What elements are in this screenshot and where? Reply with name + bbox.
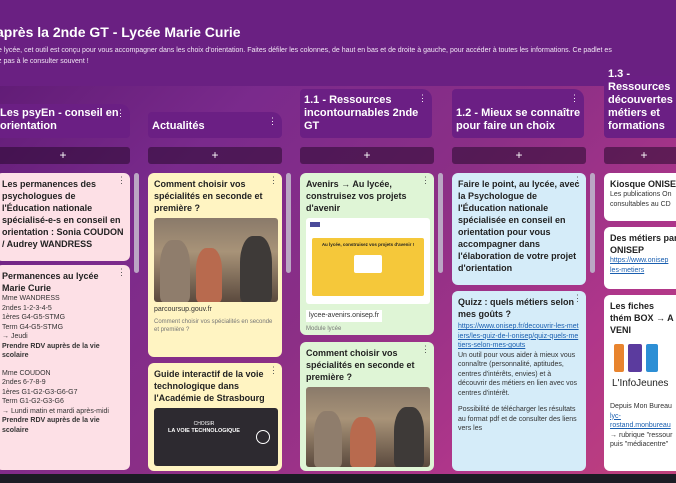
post-link[interactable]: lycee-avenirs.onisep.fr [306,310,383,322]
add-post-button[interactable]: + [452,147,586,164]
post-text: → Lundi matin et mardi après-midi [2,407,109,415]
column-scrollbar[interactable] [590,173,595,273]
post-text: 2ndes 1-2-3-4-5 [2,304,52,312]
post-menu-icon[interactable]: ⋮ [269,175,278,186]
post-menu-icon[interactable]: ⋮ [421,344,430,355]
post-menu-icon[interactable]: ⋮ [573,175,582,186]
page-title: après la 2nde GT - Lycée Marie Curie [0,24,241,40]
description-line-1: e lycée, cet outil est conçu pour vous a… [0,47,612,54]
post-text: → rubrique "ressour puis "médiacentre" [610,431,673,449]
column-title: Les psyEn - conseil en orientation [0,107,119,132]
post-card[interactable]: ⋮ Quizz : quels métiers selon mes goûts … [452,291,586,471]
post-text: 1ères G4-G5-STMG [2,314,66,321]
post-menu-icon[interactable]: ⋮ [117,175,126,186]
column-scrollbar[interactable] [438,173,443,273]
post-menu-icon[interactable]: ⋮ [269,365,278,376]
add-post-button[interactable]: + [300,147,434,164]
post-card[interactable]: ⋮ Guide interactif de la voie technologi… [148,363,282,471]
add-post-button[interactable]: + [0,147,130,164]
column-title: 1.3 - Ressources découvertes métiers et … [608,68,673,132]
post-image[interactable] [154,218,278,302]
post-text: 2ndes 6-7-8-9 [2,379,46,386]
post-title: Comment choisir vos spécialités en secon… [306,348,415,382]
post-text: 1ères G1-G2-G3-G6-G7 [2,388,78,396]
post-title: Kiosque ONISE [610,179,676,189]
column-header[interactable]: 1.1 - Ressources incontournables 2nde GT… [300,89,432,138]
infojeunes-logo: L'InfoJeunes [610,340,676,402]
column-scrollbar[interactable] [134,173,139,273]
post-title: Les permanences des psychologues de l'Éd… [2,179,124,249]
post-menu-icon[interactable]: ⋮ [573,293,582,304]
column-header[interactable]: Les psyEn - conseil en orientation ⋮ [0,104,130,138]
post-card[interactable]: ⋮ Les permanences des psychologues de l'… [0,173,130,261]
column-header[interactable]: 1.3 - Ressources découvertes métiers et … [604,68,676,138]
post-title: Quizz : quels métiers selon mes goûts ? [458,297,575,319]
post-image[interactable]: CHOISIR LA VOIE TECHNOLOGIQUE [154,408,278,466]
post-card[interactable]: ⋮ Comment choisir vos spécialités en sec… [148,173,282,357]
image-text: LA VOIE TECHNOLOGIQUE [168,428,240,434]
post-menu-icon[interactable]: ⋮ [421,175,430,186]
column-title: 1.1 - Ressources incontournables 2nde GT [304,94,419,132]
column-header[interactable]: Actualités ⋮ [148,112,282,138]
column-actualites[interactable]: Actualités ⋮ [148,112,282,138]
column-mieux-se-connaitre[interactable]: 1.2 - Mieux se connaître pour faire un c… [452,89,584,138]
post-text: Mme COUDON [2,369,51,377]
add-post-button[interactable]: + [148,147,282,164]
page-description: e lycée, cet outil est conçu pour vous a… [0,45,676,67]
post-card[interactable]: ⋮ Permanences au lycée Marie Curie Mme W… [0,265,130,470]
post-link[interactable]: https://www.onisep.fr/decouvrir-les-meti… [458,322,580,351]
post-card[interactable]: ⋮ Faire le point, au lycée, avec la Psyc… [452,173,586,285]
play-icon[interactable] [256,430,270,444]
column-title: 1.2 - Mieux se connaître pour faire un c… [456,107,581,132]
column-menu-icon[interactable]: ⋮ [116,108,125,119]
post-text: Un outil pour vous aider à mieux vous co… [458,351,578,397]
post-menu-icon[interactable]: ⋮ [117,267,126,278]
column-scrollbar[interactable] [286,173,291,273]
post-card[interactable]: ⋮ Comment choisir vos spécialités en sec… [300,342,434,471]
column-header[interactable]: 1.2 - Mieux se connaître pour faire un c… [452,89,584,138]
post-text: Mme WANDRESS [2,295,60,302]
post-text: Les publications On consultables au CD [610,191,672,208]
post-text: Depuis Mon Bureau [610,403,672,410]
description-line-2: z pas à le consulter souvent ! [0,58,89,65]
post-link[interactable]: lyc- rostand.monbureau [610,412,676,431]
image-text: CHOISIR [193,421,215,427]
post-title: Comment choisir vos spécialités en secon… [154,179,263,213]
padlet-header: après la 2nde GT - Lycée Marie Curie e l… [0,0,676,86]
post-image[interactable] [306,387,430,467]
logo-text: L'InfoJeunes [612,378,669,389]
post-title: Les fiches thém BOX → A VENI [610,301,674,335]
post-card[interactable]: ⋮ Avenirs → Au lycée, construisez vos pr… [300,173,434,335]
post-link[interactable]: https://www.onisep les-metiers [610,256,676,275]
column-menu-icon[interactable]: ⋮ [418,93,427,104]
column-decouvertes[interactable]: 1.3 - Ressources découvertes métiers et … [604,68,676,138]
post-title: Guide interactif de la voie technologiqu… [154,369,265,403]
post-text: Prendre RDV auprès de la vie scolaire [2,342,100,360]
post-card[interactable]: Kiosque ONISE Les publications On consul… [604,173,676,221]
post-link[interactable]: parcoursup.gouv.fr [154,305,276,315]
add-post-button[interactable]: + [604,147,676,164]
column-menu-icon[interactable]: ⋮ [268,116,277,127]
post-caption: Module lycée [306,326,342,332]
taskbar [0,474,676,483]
post-text: Prendre RDV auprès de la vie scolaire [2,417,100,434]
column-ressources[interactable]: 1.1 - Ressources incontournables 2nde GT… [300,89,432,138]
column-title: Actualités [152,120,205,132]
post-text: Term G1-G2-G3-G6 [2,398,64,405]
post-title: Faire le point, au lycée, avec la Psycho… [458,179,580,273]
post-card[interactable]: Des métiers par ONISEP https://www.onise… [604,227,676,289]
post-text: → Jeudi [2,333,28,340]
post-title: Avenirs → Au lycée, construisez vos proj… [306,179,407,213]
post-title: Des métiers par ONISEP [610,233,676,255]
post-card[interactable]: Les fiches thém BOX → A VENI L'InfoJeune… [604,295,676,471]
post-text: Term G4-G5-STMG [2,323,64,331]
post-caption: Comment choisir vos spécialités en secon… [154,318,273,333]
image-text: Au lycée, construisez vos projets d'aven… [321,242,415,247]
column-menu-icon[interactable]: ⋮ [570,93,579,104]
column-psyen[interactable]: Les psyEn - conseil en orientation ⋮ [0,104,130,138]
post-text: Possibilité de télécharger les résultats… [458,406,577,432]
post-title: Permanences au lycée Marie Curie [2,271,99,293]
post-image[interactable]: Au lycée, construisez vos projets d'aven… [306,218,430,304]
